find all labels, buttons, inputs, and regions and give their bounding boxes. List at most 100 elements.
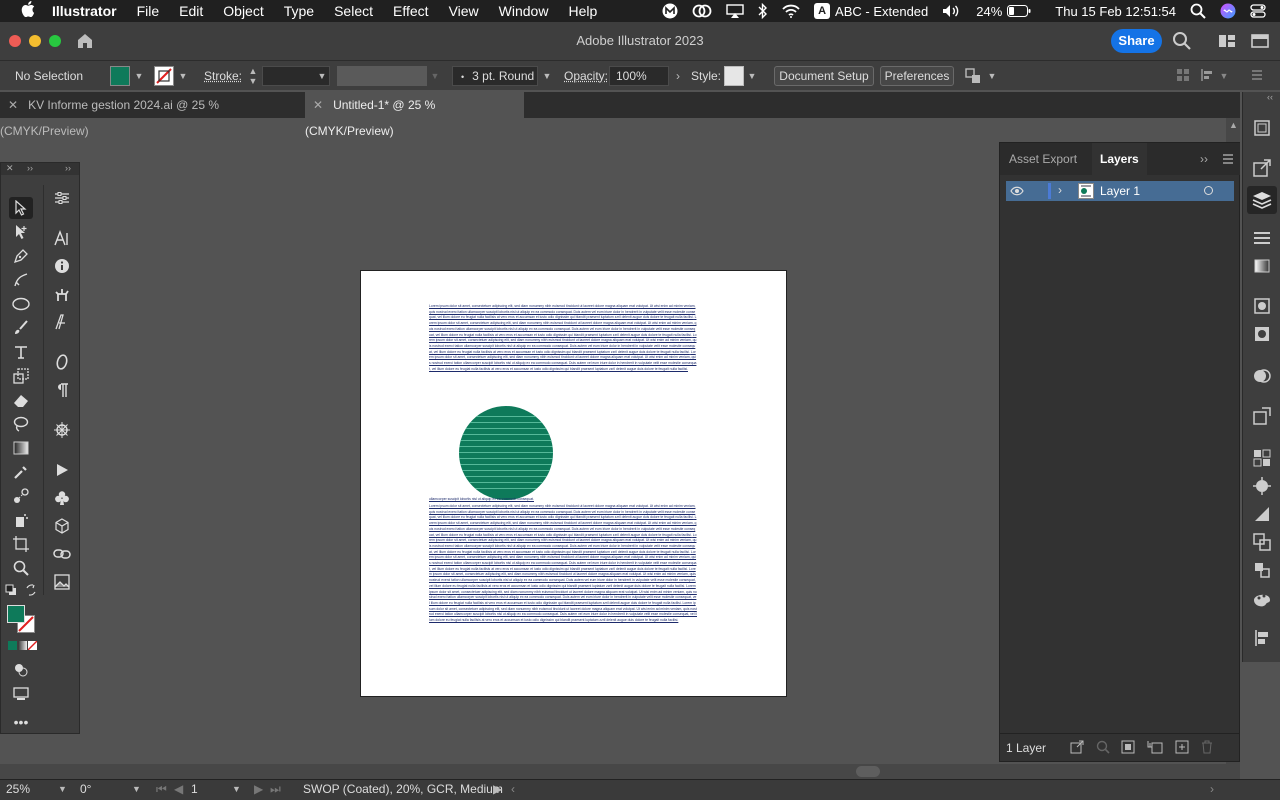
airplay-icon[interactable] (726, 4, 744, 18)
arrange-documents-icon[interactable] (1217, 31, 1237, 51)
graphic-styles-icon[interactable] (1252, 504, 1272, 524)
expand-chevron-icon[interactable]: › (1058, 183, 1062, 197)
collapse-panel-icon[interactable]: ›› (1200, 152, 1208, 166)
document-setup-button[interactable]: Document Setup (774, 66, 874, 86)
align-grid-icon[interactable] (1176, 68, 1190, 85)
tab-untitled-1[interactable]: ✕ Untitled-1* @ 25 % (CMYK/Preview) (305, 92, 524, 138)
fill-color-box[interactable] (7, 605, 25, 623)
text-block-bottom[interactable]: Lorem ipsum dolor sit amet, consectetuer… (429, 504, 697, 624)
color-guide-icon[interactable] (1252, 588, 1272, 608)
curvature-tool-icon[interactable] (9, 269, 33, 291)
fill-color-swatch[interactable] (110, 66, 130, 86)
spotlight-search-icon[interactable] (1190, 3, 1206, 19)
menu-window[interactable]: Window (499, 3, 549, 19)
layers-dock-icon[interactable] (1247, 186, 1277, 214)
tab-asset-export[interactable]: Asset Export (1009, 152, 1077, 166)
collapse-panel-icon[interactable]: ›› (27, 163, 33, 173)
pathfinder-icon[interactable] (1252, 532, 1272, 552)
close-panel-icon[interactable]: ✕ (6, 163, 14, 174)
status-menu-arrow-icon[interactable]: ▶ (493, 782, 502, 796)
control-center-icon[interactable] (1250, 4, 1266, 18)
panel-menu-icon[interactable] (1222, 153, 1234, 168)
glyphs-panel-icon[interactable] (50, 311, 74, 333)
workspace-switcher-icon[interactable] (1250, 31, 1270, 51)
paragraph-panel-icon[interactable] (50, 379, 74, 401)
wifi-icon[interactable] (782, 4, 800, 18)
scale-tool-icon[interactable] (9, 365, 33, 387)
app-menu[interactable]: Illustrator (52, 3, 117, 19)
menu-file[interactable]: File (137, 3, 160, 19)
stroke-none-swatch[interactable] (154, 66, 174, 86)
collapse-panel-icon[interactable]: ›› (65, 163, 71, 173)
distribute-icon[interactable] (1200, 68, 1218, 85)
blend-tool-icon[interactable] (9, 485, 33, 507)
zoom-window-button[interactable] (49, 35, 61, 47)
gradient-panel-icon[interactable] (1252, 256, 1272, 276)
menu-type[interactable]: Type (284, 3, 314, 19)
profile-dropdown-icon[interactable]: ▼ (429, 66, 441, 86)
appearance-icon[interactable] (1252, 324, 1272, 344)
control-menu-icon[interactable] (1250, 68, 1264, 85)
delete-layer-trash-icon[interactable] (1200, 740, 1214, 757)
fill-dropdown-chevron-icon[interactable]: ▼ (133, 66, 145, 86)
last-artboard-icon[interactable]: ⏭ (270, 782, 281, 797)
none-mode-icon[interactable] (28, 641, 37, 650)
swatches-icon[interactable] (1252, 366, 1272, 386)
menu-help[interactable]: Help (568, 3, 597, 19)
stroke-dropdown-chevron-icon[interactable]: ▼ (177, 66, 189, 86)
opacity-arrow-icon[interactable]: › (672, 66, 684, 86)
text-block-top[interactable]: Lorem ipsum dolor sit amet, consectetuer… (429, 304, 697, 372)
menu-object[interactable]: Object (223, 3, 263, 19)
m-status-icon[interactable] (662, 3, 678, 19)
home-icon[interactable] (75, 31, 95, 51)
asset-export-icon[interactable] (1252, 406, 1272, 426)
arrange-dropdown-icon[interactable]: ▼ (986, 66, 998, 86)
make-clipping-mask-icon[interactable] (1121, 740, 1135, 757)
brushes-icon[interactable] (1252, 476, 1272, 496)
image-trace-icon[interactable] (50, 571, 74, 593)
stroke-weight-dropdown-icon[interactable]: ▼ (316, 66, 328, 86)
artboard-tool-icon[interactable] (9, 533, 33, 555)
expand-dock-icon[interactable]: ‹‹ (1267, 92, 1273, 102)
menu-select[interactable]: Select (334, 3, 373, 19)
scroll-up-icon[interactable]: ▲ (1229, 120, 1238, 130)
close-tab-icon[interactable]: ✕ (8, 98, 18, 112)
create-new-layer-icon[interactable] (1175, 740, 1189, 757)
zoom-level[interactable]: 25% (6, 782, 30, 796)
creative-cloud-icon[interactable] (692, 4, 712, 18)
actions-play-icon[interactable] (50, 459, 74, 481)
menu-effect[interactable]: Effect (393, 3, 429, 19)
info-panel-icon[interactable] (50, 255, 74, 277)
share-button[interactable]: Share (1111, 29, 1162, 53)
artboard[interactable]: Lorem ipsum dolor sit amet, consectetuer… (360, 270, 787, 697)
default-fill-stroke-icon[interactable] (3, 579, 19, 601)
distribute-dropdown-icon[interactable]: ▼ (1218, 66, 1230, 86)
edit-toolbar-icon[interactable]: ••• (9, 711, 33, 733)
direct-selection-tool-icon[interactable] (9, 221, 33, 243)
eraser-tool-icon[interactable] (9, 389, 33, 411)
scroll-right-icon[interactable]: › (1210, 782, 1214, 796)
bluetooth-icon[interactable] (758, 3, 768, 19)
style-dropdown-icon[interactable]: ▼ (746, 66, 758, 86)
stroke-panel-icon[interactable] (1252, 228, 1272, 248)
rotation-dropdown-icon[interactable]: ▼ (132, 784, 141, 794)
locate-object-icon[interactable] (1096, 740, 1110, 757)
align-panel-icon[interactable] (1252, 448, 1272, 468)
layer-name[interactable]: Layer 1 (1100, 184, 1140, 198)
next-artboard-icon[interactable]: ▶ (254, 782, 263, 796)
artboards-panel-icon[interactable] (1252, 628, 1272, 648)
zoom-dropdown-icon[interactable]: ▼ (58, 784, 67, 794)
preferences-button[interactable]: Preferences (880, 66, 954, 86)
input-source-menu[interactable]: A ABC - Extended (814, 3, 928, 19)
graphic-style-swatch[interactable] (724, 66, 744, 86)
horizontal-scrollbar[interactable] (0, 764, 1240, 779)
swap-fill-stroke-icon[interactable] (23, 579, 39, 601)
tab-kv-informe[interactable]: ✕ KV Informe gestion 2024.ai @ 25 % (CMYK… (0, 92, 302, 138)
arrange-icon[interactable] (964, 67, 982, 88)
gradient-mode-icon[interactable] (18, 641, 27, 650)
scroll-left-icon[interactable]: ‹ (511, 782, 515, 796)
transform-icon[interactable] (1252, 560, 1272, 580)
brush-dropdown-icon[interactable]: ▼ (541, 66, 553, 86)
draw-mode-icon[interactable] (9, 659, 33, 681)
gradient-tool-icon[interactable] (9, 437, 33, 459)
